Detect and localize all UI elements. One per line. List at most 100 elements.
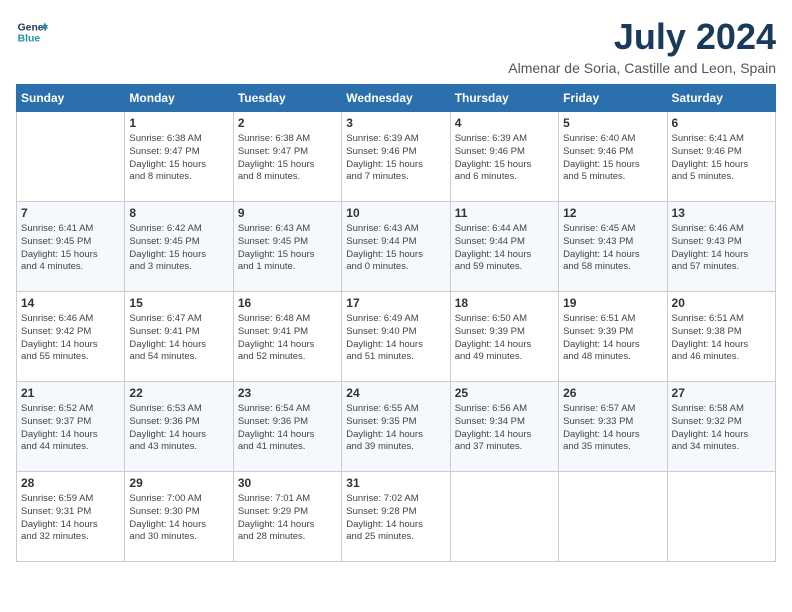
calendar-cell — [17, 112, 125, 202]
calendar-cell: 11 Sunrise: 6:44 AM Sunset: 9:44 PM Dayli… — [450, 202, 558, 292]
cell-content: Sunrise: 7:02 AM Sunset: 9:28 PM Dayligh… — [346, 493, 445, 544]
cell-content: Sunrise: 6:39 AM Sunset: 9:46 PM Dayligh… — [455, 133, 554, 184]
day-number: 20 — [672, 296, 771, 310]
day-number: 1 — [129, 116, 228, 130]
logo-icon: General Blue — [16, 16, 48, 48]
calendar-cell: 13 Sunrise: 6:46 AM Sunset: 9:43 PM Dayli… — [667, 202, 775, 292]
calendar-cell: 7Sunrise: 6:41 AM Sunset: 9:45 PM Daylig… — [17, 202, 125, 292]
weekday-header-cell: Thursday — [450, 85, 558, 112]
calendar-cell — [559, 472, 667, 562]
cell-content: Sunrise: 6:55 AM Sunset: 9:35 PM Dayligh… — [346, 403, 445, 454]
day-number: 31 — [346, 476, 445, 490]
cell-content: Sunrise: 6:43 AM Sunset: 9:45 PM Dayligh… — [238, 223, 337, 274]
logo: General Blue — [16, 16, 48, 48]
calendar-cell: 18Sunrise: 6:50 AM Sunset: 9:39 PM Dayli… — [450, 292, 558, 382]
calendar-cell: 1 Sunrise: 6:38 AM Sunset: 9:47 PM Daylig… — [125, 112, 233, 202]
day-number: 23 — [238, 386, 337, 400]
day-number: 29 — [129, 476, 228, 490]
calendar-week-row: 21Sunrise: 6:52 AM Sunset: 9:37 PM Dayli… — [17, 382, 776, 472]
weekday-header-cell: Friday — [559, 85, 667, 112]
cell-content: Sunrise: 6:45 AM Sunset: 9:43 PM Dayligh… — [563, 223, 662, 274]
cell-content: Sunrise: 6:42 AM Sunset: 9:45 PM Dayligh… — [129, 223, 228, 274]
day-number: 14 — [21, 296, 120, 310]
calendar-cell: 6 Sunrise: 6:41 AM Sunset: 9:46 PM Daylig… — [667, 112, 775, 202]
calendar-cell: 8 Sunrise: 6:42 AM Sunset: 9:45 PM Daylig… — [125, 202, 233, 292]
calendar-cell: 23 Sunrise: 6:54 AM Sunset: 9:36 PM Dayli… — [233, 382, 341, 472]
calendar-cell: 2 Sunrise: 6:38 AM Sunset: 9:47 PM Daylig… — [233, 112, 341, 202]
day-number: 21 — [21, 386, 120, 400]
cell-content: Sunrise: 6:48 AM Sunset: 9:41 PM Dayligh… — [238, 313, 337, 364]
day-number: 24 — [346, 386, 445, 400]
day-number: 11 — [455, 206, 554, 220]
day-number: 28 — [21, 476, 120, 490]
svg-text:Blue: Blue — [18, 34, 41, 45]
calendar-cell: 29 Sunrise: 7:00 AM Sunset: 9:30 PM Dayli… — [125, 472, 233, 562]
day-number: 13 — [672, 206, 771, 220]
calendar-cell: 19 Sunrise: 6:51 AM Sunset: 9:39 PM Dayli… — [559, 292, 667, 382]
calendar-cell: 4Sunrise: 6:39 AM Sunset: 9:46 PM Daylig… — [450, 112, 558, 202]
cell-content: Sunrise: 6:51 AM Sunset: 9:39 PM Dayligh… — [563, 313, 662, 364]
cell-content: Sunrise: 6:56 AM Sunset: 9:34 PM Dayligh… — [455, 403, 554, 454]
day-number: 16 — [238, 296, 337, 310]
day-number: 17 — [346, 296, 445, 310]
day-number: 12 — [563, 206, 662, 220]
calendar-cell: 31 Sunrise: 7:02 AM Sunset: 9:28 PM Dayli… — [342, 472, 450, 562]
day-number: 8 — [129, 206, 228, 220]
calendar-cell: 12 Sunrise: 6:45 AM Sunset: 9:43 PM Dayli… — [559, 202, 667, 292]
calendar-cell: 27Sunrise: 6:58 AM Sunset: 9:32 PM Dayli… — [667, 382, 775, 472]
day-number: 30 — [238, 476, 337, 490]
calendar-cell: 30 Sunrise: 7:01 AM Sunset: 9:29 PM Dayli… — [233, 472, 341, 562]
cell-content: Sunrise: 6:50 AM Sunset: 9:39 PM Dayligh… — [455, 313, 554, 364]
calendar-week-row: 7Sunrise: 6:41 AM Sunset: 9:45 PM Daylig… — [17, 202, 776, 292]
cell-content: Sunrise: 7:01 AM Sunset: 9:29 PM Dayligh… — [238, 493, 337, 544]
day-number: 26 — [563, 386, 662, 400]
day-number: 6 — [672, 116, 771, 130]
month-title: July 2024 — [508, 16, 776, 58]
cell-content: Sunrise: 6:47 AM Sunset: 9:41 PM Dayligh… — [129, 313, 228, 364]
calendar-week-row: 14 Sunrise: 6:46 AM Sunset: 9:42 PM Dayli… — [17, 292, 776, 382]
calendar-cell: 20 Sunrise: 6:51 AM Sunset: 9:38 PM Dayli… — [667, 292, 775, 382]
cell-content: Sunrise: 6:49 AM Sunset: 9:40 PM Dayligh… — [346, 313, 445, 364]
day-number: 22 — [129, 386, 228, 400]
cell-content: Sunrise: 6:39 AM Sunset: 9:46 PM Dayligh… — [346, 133, 445, 184]
cell-content: Sunrise: 6:38 AM Sunset: 9:47 PM Dayligh… — [129, 133, 228, 184]
day-number: 2 — [238, 116, 337, 130]
calendar-cell — [450, 472, 558, 562]
day-number: 10 — [346, 206, 445, 220]
day-number: 15 — [129, 296, 228, 310]
calendar-cell: 28Sunrise: 6:59 AM Sunset: 9:31 PM Dayli… — [17, 472, 125, 562]
day-number: 27 — [672, 386, 771, 400]
calendar-cell: 16 Sunrise: 6:48 AM Sunset: 9:41 PM Dayli… — [233, 292, 341, 382]
cell-content: Sunrise: 6:43 AM Sunset: 9:44 PM Dayligh… — [346, 223, 445, 274]
title-area: July 2024 Almenar de Soria, Castille and… — [508, 16, 776, 76]
page-header: General Blue July 2024 Almenar de Soria,… — [16, 16, 776, 76]
weekday-header-cell: Monday — [125, 85, 233, 112]
weekday-header-cell: Saturday — [667, 85, 775, 112]
cell-content: Sunrise: 6:54 AM Sunset: 9:36 PM Dayligh… — [238, 403, 337, 454]
day-number: 5 — [563, 116, 662, 130]
cell-content: Sunrise: 7:00 AM Sunset: 9:30 PM Dayligh… — [129, 493, 228, 544]
calendar-table: SundayMondayTuesdayWednesdayThursdayFrid… — [16, 84, 776, 562]
cell-content: Sunrise: 6:41 AM Sunset: 9:46 PM Dayligh… — [672, 133, 771, 184]
calendar-cell: 14 Sunrise: 6:46 AM Sunset: 9:42 PM Dayli… — [17, 292, 125, 382]
cell-content: Sunrise: 6:41 AM Sunset: 9:45 PM Dayligh… — [21, 223, 120, 274]
cell-content: Sunrise: 6:57 AM Sunset: 9:33 PM Dayligh… — [563, 403, 662, 454]
cell-content: Sunrise: 6:46 AM Sunset: 9:42 PM Dayligh… — [21, 313, 120, 364]
cell-content: Sunrise: 6:51 AM Sunset: 9:38 PM Dayligh… — [672, 313, 771, 364]
day-number: 19 — [563, 296, 662, 310]
calendar-week-row: 28Sunrise: 6:59 AM Sunset: 9:31 PM Dayli… — [17, 472, 776, 562]
cell-content: Sunrise: 6:46 AM Sunset: 9:43 PM Dayligh… — [672, 223, 771, 274]
cell-content: Sunrise: 6:38 AM Sunset: 9:47 PM Dayligh… — [238, 133, 337, 184]
day-number: 25 — [455, 386, 554, 400]
calendar-cell: 5 Sunrise: 6:40 AM Sunset: 9:46 PM Daylig… — [559, 112, 667, 202]
calendar-cell: 22 Sunrise: 6:53 AM Sunset: 9:36 PM Dayli… — [125, 382, 233, 472]
calendar-cell — [667, 472, 775, 562]
calendar-cell: 26 Sunrise: 6:57 AM Sunset: 9:33 PM Dayli… — [559, 382, 667, 472]
cell-content: Sunrise: 6:44 AM Sunset: 9:44 PM Dayligh… — [455, 223, 554, 274]
calendar-cell: 21Sunrise: 6:52 AM Sunset: 9:37 PM Dayli… — [17, 382, 125, 472]
calendar-cell: 15 Sunrise: 6:47 AM Sunset: 9:41 PM Dayli… — [125, 292, 233, 382]
cell-content: Sunrise: 6:40 AM Sunset: 9:46 PM Dayligh… — [563, 133, 662, 184]
weekday-header-cell: Tuesday — [233, 85, 341, 112]
cell-content: Sunrise: 6:53 AM Sunset: 9:36 PM Dayligh… — [129, 403, 228, 454]
calendar-cell: 10 Sunrise: 6:43 AM Sunset: 9:44 PM Dayli… — [342, 202, 450, 292]
